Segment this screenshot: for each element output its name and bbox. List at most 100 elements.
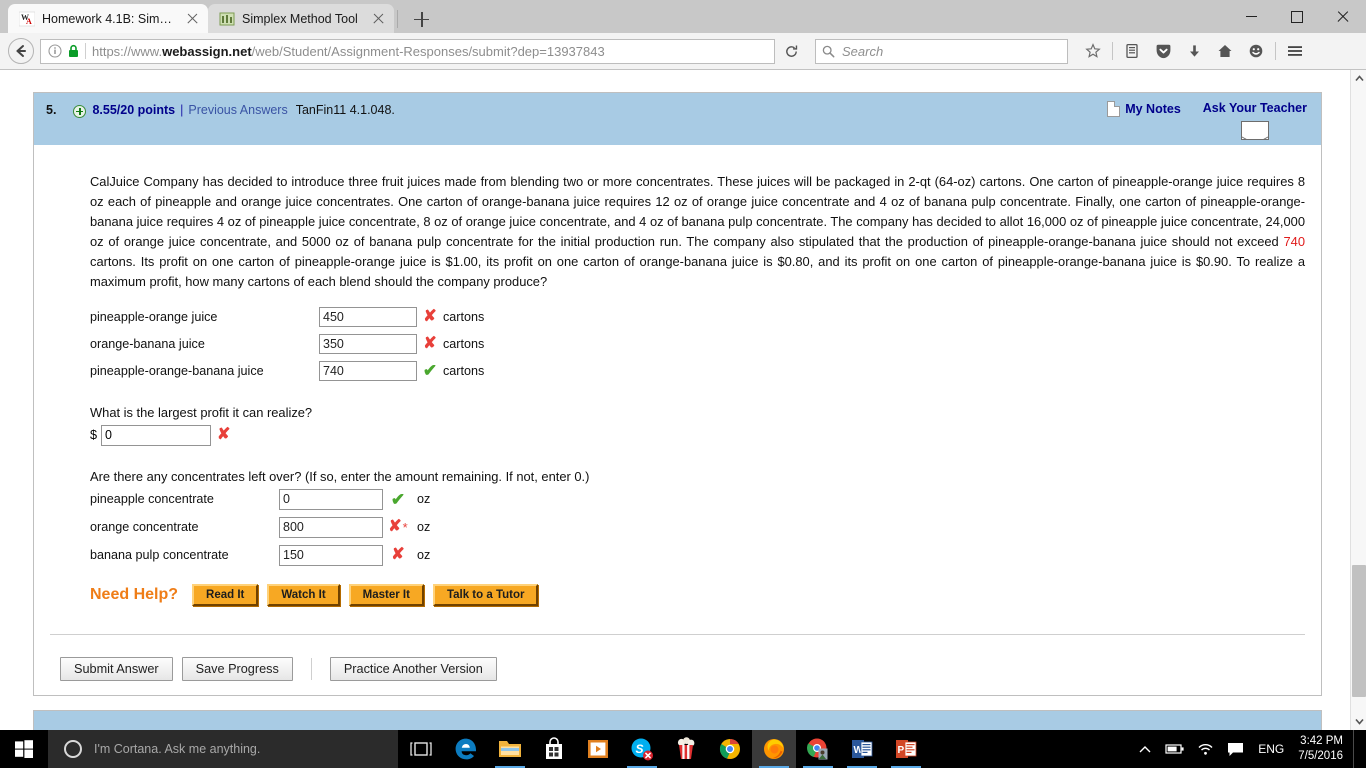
- show-desktop-button[interactable]: [1353, 730, 1360, 768]
- status-badge: ✘ *: [383, 519, 413, 535]
- task-view-button[interactable]: [398, 730, 444, 768]
- hamburger-menu-icon[interactable]: [1280, 37, 1310, 65]
- taskbar-item-firefox[interactable]: [752, 730, 796, 768]
- taskbar-item-file-explorer[interactable]: [488, 730, 532, 768]
- close-window-button[interactable]: [1320, 0, 1366, 33]
- clock[interactable]: 3:42 PM 7/5/2016: [1292, 734, 1353, 764]
- lock-icon: [65, 44, 82, 58]
- status-badge: ✔: [383, 491, 413, 508]
- watch-it-button[interactable]: Watch It: [267, 583, 340, 606]
- answer-row: pineapple-orange-banana juice ✔ cartons: [90, 359, 1305, 383]
- talk-to-a-tutor-button[interactable]: Talk to a Tutor: [432, 583, 539, 606]
- browser-tab-homework[interactable]: W A Homework 4.1B: Simplex ...: [8, 4, 208, 33]
- question-actions-wrapper: Submit Answer Save Progress Practice Ano…: [50, 633, 1305, 695]
- status-badge: ✘: [417, 334, 443, 352]
- master-it-button[interactable]: Master It: [348, 583, 424, 606]
- profit-answer-row: $ ✘: [90, 424, 1305, 446]
- action-separator: [310, 657, 312, 680]
- incorrect-icon: ✘: [388, 518, 402, 536]
- status-badge: ✔: [417, 362, 443, 379]
- language-indicator[interactable]: ENG: [1250, 742, 1292, 756]
- taskbar-item-chrome-2[interactable]: [796, 730, 840, 768]
- star-icon[interactable]: [1078, 37, 1108, 65]
- answer-row: pineapple-orange juice ✘ cartons: [90, 305, 1305, 329]
- back-arrow-icon: [8, 38, 34, 64]
- note-icon: [1107, 101, 1121, 117]
- problem-text-part1: CalJuice Company has decided to introduc…: [90, 173, 1305, 249]
- need-help-label: Need Help?: [90, 585, 179, 603]
- wifi-icon[interactable]: [1190, 730, 1220, 768]
- scroll-down-arrow-icon[interactable]: [1351, 713, 1366, 730]
- my-notes-button[interactable]: My Notes: [1107, 101, 1181, 117]
- cortana-search-box[interactable]: I'm Cortana. Ask me anything.: [48, 730, 398, 768]
- answer-unit: cartons: [443, 309, 485, 324]
- leftover-input-banana-pulp-concentrate[interactable]: [279, 544, 383, 566]
- taskbar-item-powerpoint[interactable]: P: [884, 730, 928, 768]
- envelope-icon[interactable]: [1240, 121, 1269, 140]
- svg-text:P: P: [898, 745, 905, 756]
- action-center-icon[interactable]: [1220, 730, 1250, 768]
- practice-another-version-button[interactable]: Practice Another Version: [329, 656, 497, 681]
- leftover-input-orange-concentrate[interactable]: [279, 516, 383, 538]
- scrollbar-thumb[interactable]: [1352, 565, 1366, 697]
- powerpoint-icon: P: [896, 740, 917, 758]
- answer-input-orange-banana-juice[interactable]: [319, 333, 417, 354]
- site-info-icon[interactable]: [45, 44, 65, 58]
- close-icon[interactable]: [185, 11, 200, 26]
- answer-label: orange-banana juice: [90, 336, 205, 351]
- leftover-unit: oz: [417, 492, 431, 507]
- battery-icon[interactable]: [1160, 730, 1190, 768]
- answer-input-pineapple-orange-banana-juice[interactable]: [319, 360, 417, 381]
- incorrect-icon: ✘: [217, 426, 231, 444]
- search-bar[interactable]: Search: [815, 38, 1068, 64]
- close-icon[interactable]: [371, 11, 386, 26]
- taskbar-item-edge[interactable]: [444, 730, 488, 768]
- profit-input[interactable]: [101, 424, 212, 446]
- webassign-icon: W A: [18, 10, 35, 27]
- read-it-button[interactable]: Read It: [192, 583, 259, 606]
- home-icon[interactable]: [1210, 37, 1240, 65]
- answer-input-pineapple-orange-juice[interactable]: [319, 306, 417, 327]
- browser-tab-simplex[interactable]: Simplex Method Tool: [208, 4, 394, 33]
- incorrect-icon: ✘: [423, 334, 437, 352]
- taskbar-item-movies-tv[interactable]: [576, 730, 620, 768]
- start-button[interactable]: [0, 730, 48, 768]
- new-tab-button[interactable]: [407, 5, 435, 33]
- task-view-icon: [410, 742, 432, 756]
- expand-plus-icon[interactable]: [73, 105, 87, 118]
- url-divider: [85, 43, 86, 59]
- taskbar-item-chrome[interactable]: [708, 730, 752, 768]
- taskbar-item-popcorn-time[interactable]: [664, 730, 708, 768]
- back-button[interactable]: [6, 36, 36, 66]
- navigation-toolbar: https://www.webassign.net/web/Student/As…: [0, 33, 1366, 70]
- question-header-actions: My Notes Ask Your Teacher: [1107, 101, 1307, 140]
- skype-icon: S: [631, 738, 653, 761]
- search-input[interactable]: Search: [842, 44, 883, 59]
- leftover-label: orange concentrate: [90, 520, 199, 535]
- ask-your-teacher-button[interactable]: Ask Your Teacher: [1203, 101, 1307, 140]
- url-text: https://www.webassign.net/web/Student/As…: [92, 44, 605, 59]
- library-icon[interactable]: [1117, 37, 1147, 65]
- url-bar[interactable]: https://www.webassign.net/web/Student/As…: [40, 38, 775, 64]
- correct-icon: ✔: [422, 361, 438, 381]
- submit-answer-button[interactable]: Submit Answer: [60, 656, 173, 681]
- minimize-button[interactable]: [1228, 0, 1274, 33]
- taskbar-item-store[interactable]: [532, 730, 576, 768]
- reload-button[interactable]: [777, 39, 805, 64]
- maximize-button[interactable]: [1274, 0, 1320, 33]
- taskbar-item-word[interactable]: W: [840, 730, 884, 768]
- show-hidden-icons-chevron-icon[interactable]: [1130, 730, 1160, 768]
- download-icon[interactable]: [1179, 37, 1209, 65]
- vertical-scrollbar[interactable]: [1350, 70, 1366, 730]
- leftover-input-pineapple-concentrate[interactable]: [279, 488, 383, 510]
- clock-date: 7/5/2016: [1298, 750, 1343, 762]
- url-domain: webassign.net: [162, 43, 252, 59]
- scroll-up-arrow-icon[interactable]: [1351, 70, 1366, 87]
- word-icon: W: [852, 740, 873, 758]
- taskbar-item-skype[interactable]: S: [620, 730, 664, 768]
- pocket-icon[interactable]: [1148, 37, 1178, 65]
- smiley-icon[interactable]: [1241, 37, 1271, 65]
- save-progress-button[interactable]: Save Progress: [181, 656, 293, 681]
- cortana-placeholder: I'm Cortana. Ask me anything.: [94, 742, 261, 756]
- previous-answers-link[interactable]: Previous Answers: [188, 103, 287, 117]
